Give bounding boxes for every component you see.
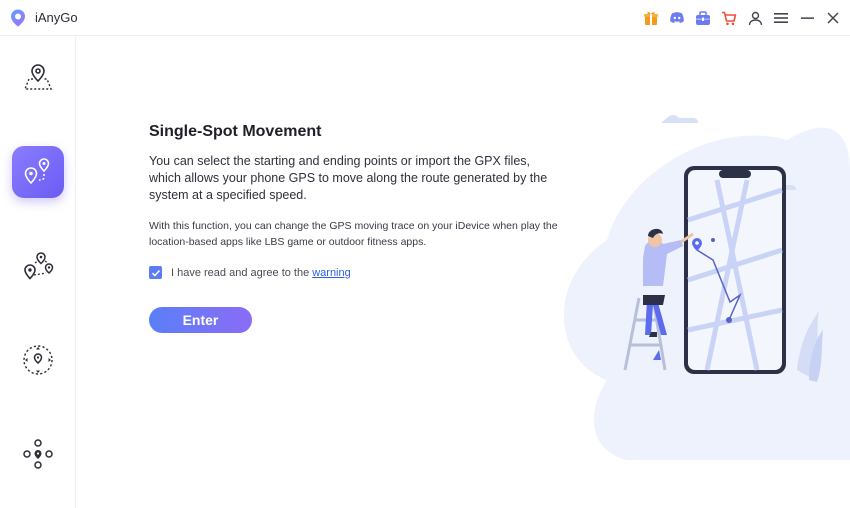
feature-content: Single-Spot Movement You can select the … <box>149 122 569 333</box>
main-panel: Single-Spot Movement You can select the … <box>77 36 850 508</box>
enter-button[interactable]: Enter <box>149 307 252 333</box>
sidebar-item-game-mode[interactable] <box>12 428 64 480</box>
discord-icon[interactable] <box>668 9 686 27</box>
user-icon[interactable] <box>746 9 764 27</box>
phone-route-illustration <box>563 115 850 460</box>
sidebar-item-change-location[interactable] <box>12 52 64 104</box>
agree-row: I have read and agree to the warning <box>149 266 569 279</box>
menu-icon[interactable] <box>772 9 790 27</box>
sidebar-item-multi-spot-movement[interactable] <box>12 242 64 294</box>
app-title: iAnyGo <box>35 10 78 25</box>
sidebar <box>0 36 76 508</box>
dpad-pin-icon <box>23 439 53 469</box>
sidebar-item-single-spot-movement[interactable] <box>12 146 64 198</box>
two-pins-route-icon <box>24 158 50 185</box>
title-bar-actions <box>642 0 842 36</box>
cloud-icon <box>661 115 698 123</box>
app-window: iAnyGo Single-Spot Movement You can sele… <box>0 0 850 508</box>
checkmark-icon <box>151 269 160 277</box>
app-logo-icon <box>11 9 25 27</box>
minimize-icon[interactable] <box>798 9 816 27</box>
multi-pin-route-icon <box>24 252 54 280</box>
agree-text: I have read and agree to the <box>171 266 310 279</box>
title-bar: iAnyGo <box>0 0 850 36</box>
warning-link[interactable]: warning <box>312 267 351 279</box>
agree-checkbox[interactable] <box>149 266 162 279</box>
page-title: Single-Spot Movement <box>149 123 322 140</box>
feature-note: With this function, you can change the G… <box>149 220 558 248</box>
sidebar-item-joystick-movement[interactable] <box>12 334 64 386</box>
toolbox-icon[interactable] <box>694 9 712 27</box>
cart-icon[interactable] <box>720 9 738 27</box>
close-icon[interactable] <box>824 9 842 27</box>
joystick-pin-icon <box>23 345 53 375</box>
feature-description: You can select the starting and ending p… <box>149 154 548 202</box>
gift-icon[interactable] <box>642 9 660 27</box>
map-pin-area-icon <box>23 64 53 90</box>
